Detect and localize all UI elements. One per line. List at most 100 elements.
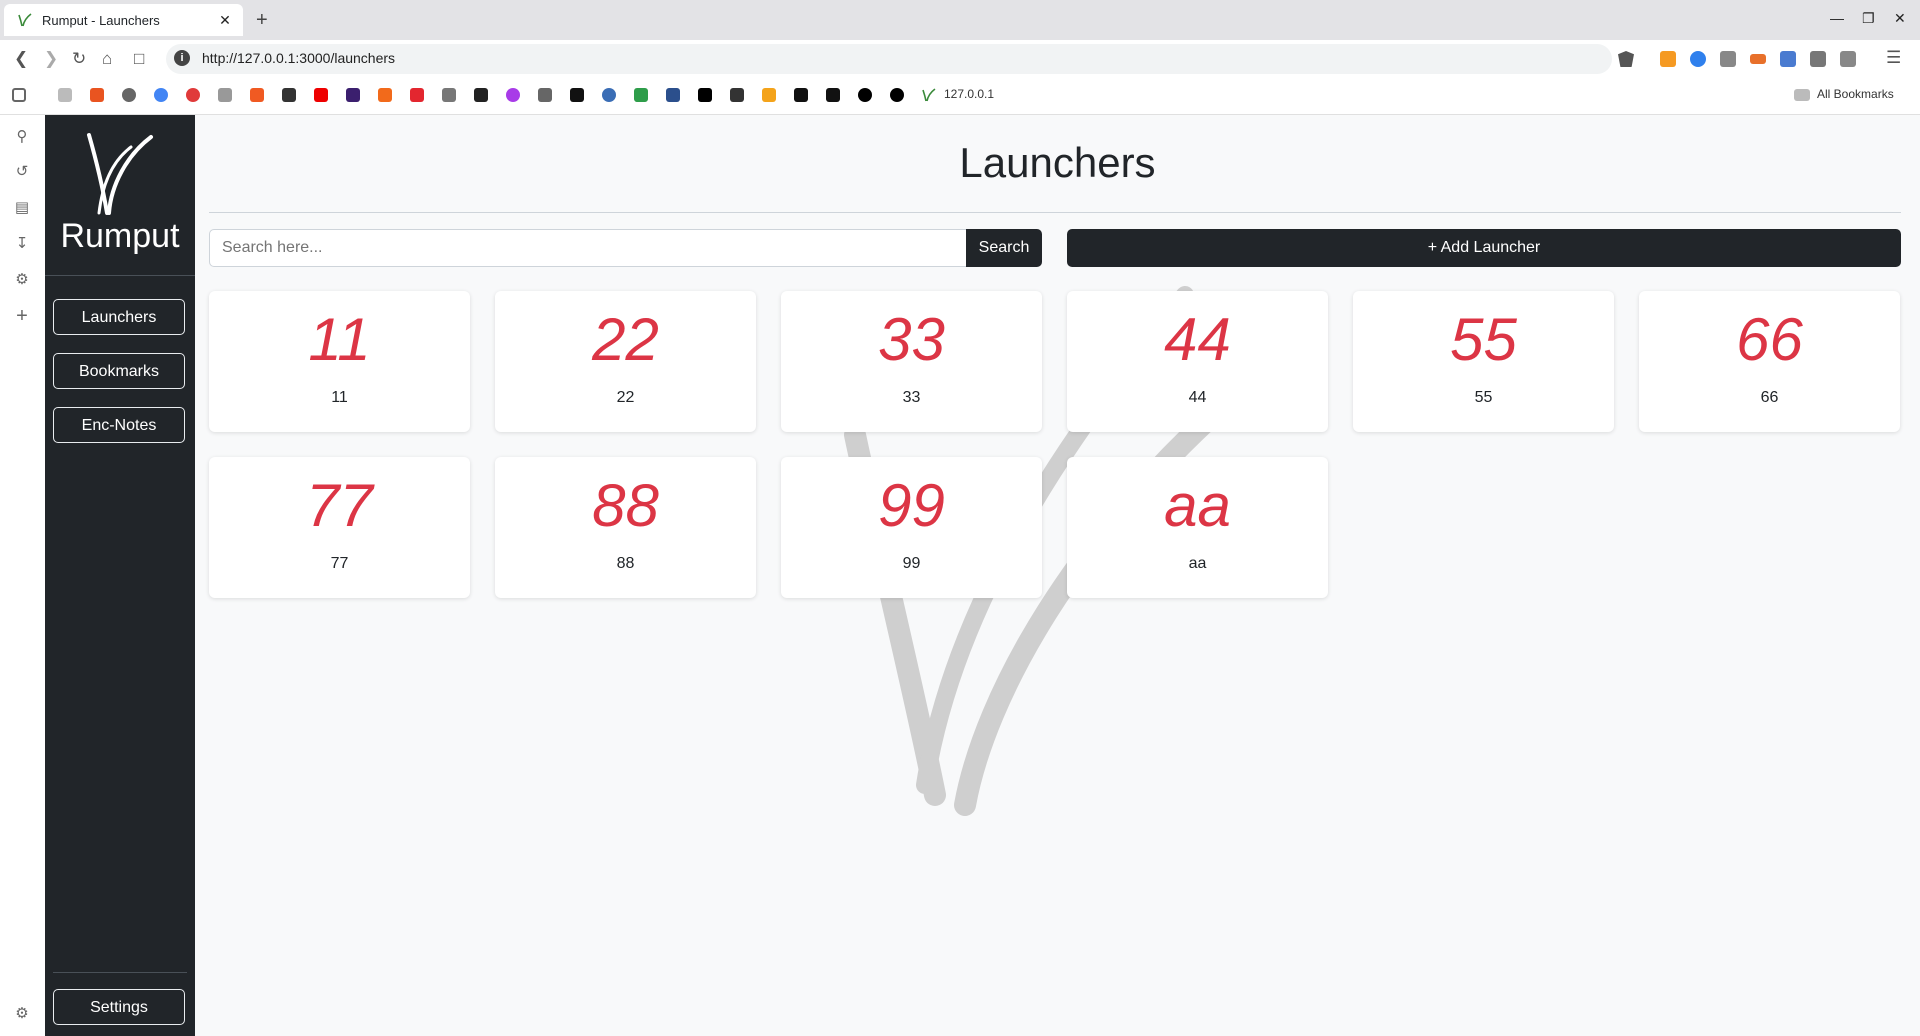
back-icon[interactable]: ❮: [14, 49, 28, 69]
home-icon[interactable]: ⌂: [102, 49, 112, 69]
bookmark-icon[interactable]: [122, 88, 136, 102]
bookmark-icon[interactable]: [794, 88, 808, 102]
minimize-icon[interactable]: —: [1830, 10, 1844, 26]
extensions-icon[interactable]: [1810, 51, 1826, 67]
launcher-name: 77: [330, 555, 349, 572]
launcher-name: 22: [616, 389, 635, 406]
launcher-name: 44: [1188, 389, 1207, 406]
launcher-card[interactable]: 66 66: [1639, 291, 1900, 432]
launcher-icon-text: 22: [592, 306, 659, 373]
bookmark-icon[interactable]: [602, 88, 616, 102]
bookmark-icon[interactable]: [762, 88, 776, 102]
search-input[interactable]: [209, 229, 967, 267]
bookmark-page-icon[interactable]: □: [134, 49, 144, 69]
bookmark-icon[interactable]: [634, 88, 648, 102]
tab-close-icon[interactable]: ✕: [215, 12, 235, 29]
settings-gear-icon[interactable]: ⚙: [13, 271, 31, 289]
bookmark-icon[interactable]: [858, 88, 872, 102]
add-panel-icon[interactable]: +: [13, 306, 31, 326]
bookmark-icon[interactable]: [730, 88, 744, 102]
key-icon[interactable]: ⚲: [13, 128, 31, 146]
translate-icon[interactable]: [1780, 51, 1796, 67]
download-icon[interactable]: ↧: [13, 235, 31, 253]
app-sidebar: Rumput Launchers Bookmarks Enc-Notes Set…: [45, 115, 195, 1036]
launcher-name: 33: [902, 389, 921, 406]
sidebar-divider: [53, 972, 187, 973]
apps-grid-icon[interactable]: [12, 88, 26, 102]
brave-shield-icon[interactable]: [1618, 51, 1634, 67]
launcher-icon-text: 77: [306, 472, 373, 539]
menu-icon[interactable]: ☰: [1886, 48, 1901, 68]
bookmark-icon[interactable]: [250, 88, 264, 102]
window-close-icon[interactable]: ✕: [1894, 10, 1906, 27]
nav-bookmarks-button[interactable]: Bookmarks: [53, 353, 185, 389]
restore-icon[interactable]: ❐: [1862, 10, 1875, 27]
launcher-name: 88: [616, 555, 635, 572]
bookmark-icon[interactable]: [282, 88, 296, 102]
launcher-icon-text: 44: [1164, 306, 1231, 373]
title-divider: [209, 212, 1901, 213]
bookmark-icon[interactable]: [506, 88, 520, 102]
bookmark-icon[interactable]: [474, 88, 488, 102]
camera-icon[interactable]: [1720, 51, 1736, 67]
all-bookmarks-label[interactable]: All Bookmarks: [1817, 87, 1894, 101]
x-icon[interactable]: [698, 88, 712, 102]
bookmark-icon[interactable]: [442, 88, 456, 102]
bookmark-icon[interactable]: [666, 88, 680, 102]
bookmark-icon[interactable]: [410, 88, 424, 102]
browser-tab[interactable]: Rumput - Launchers ✕: [4, 4, 243, 36]
bookmark-icon[interactable]: [346, 88, 360, 102]
bookmark-icon[interactable]: [58, 88, 72, 102]
launcher-icon-text: 11: [308, 306, 371, 373]
search-button[interactable]: Search: [966, 229, 1042, 267]
history-icon[interactable]: ↺: [13, 163, 31, 181]
folder-icon[interactable]: [1794, 89, 1810, 101]
launcher-card[interactable]: 44 44: [1067, 291, 1328, 432]
address-bar[interactable]: i http://127.0.0.1:3000/launchers: [166, 44, 1612, 74]
launcher-card[interactable]: 11 11: [209, 291, 470, 432]
google-icon[interactable]: [154, 88, 168, 102]
add-launcher-button[interactable]: + Add Launcher: [1067, 229, 1901, 267]
launcher-card[interactable]: 55 55: [1353, 291, 1614, 432]
reading-list-icon[interactable]: ▤: [13, 199, 31, 217]
bookmark-icon[interactable]: [218, 88, 232, 102]
launcher-card[interactable]: 22 22: [495, 291, 756, 432]
bookmark-icon[interactable]: [570, 88, 584, 102]
sidebar-toggle-icon[interactable]: [1840, 51, 1856, 67]
rss-icon[interactable]: [1660, 51, 1676, 67]
youtube-icon[interactable]: [314, 88, 328, 102]
launcher-card[interactable]: 99 99: [781, 457, 1042, 598]
nav-launchers-button[interactable]: Launchers: [53, 299, 185, 335]
nav-enc-notes-button[interactable]: Enc-Notes: [53, 407, 185, 443]
bookmark-icon[interactable]: [890, 88, 904, 102]
launcher-card[interactable]: aa aa: [1067, 457, 1328, 598]
brand[interactable]: Rumput: [45, 115, 195, 276]
settings-button[interactable]: Settings: [53, 989, 185, 1025]
launcher-name: aa: [1188, 555, 1207, 572]
launcher-card[interactable]: 33 33: [781, 291, 1042, 432]
bookmark-icon[interactable]: [378, 88, 392, 102]
bookmark-label[interactable]: 127.0.0.1: [944, 87, 994, 101]
extension-badge-icon[interactable]: [1750, 54, 1766, 64]
page-title: Launchers: [959, 139, 1156, 186]
url-text[interactable]: http://127.0.0.1:3000/launchers: [202, 50, 395, 66]
new-tab-button[interactable]: +: [256, 8, 268, 32]
forward-icon[interactable]: ❯: [44, 49, 58, 69]
reload-icon[interactable]: ↻: [72, 49, 86, 69]
rumput-favicon-icon[interactable]: [922, 88, 936, 102]
bookmark-icon[interactable]: [186, 88, 200, 102]
launcher-card[interactable]: 88 88: [495, 457, 756, 598]
launcher-card[interactable]: 77 77: [209, 457, 470, 598]
site-info-icon[interactable]: i: [174, 50, 190, 66]
bookmark-icon[interactable]: [538, 88, 552, 102]
launcher-name: 55: [1474, 389, 1493, 406]
launcher-icon-text: aa: [1164, 472, 1231, 539]
rumput-favicon-icon: [18, 13, 32, 27]
panel-settings-icon[interactable]: ⚙: [13, 1005, 31, 1023]
bookmark-icon[interactable]: [826, 88, 840, 102]
brand-name: Rumput: [60, 217, 180, 255]
tab-title: Rumput - Launchers: [42, 12, 160, 28]
bookmark-icon[interactable]: [90, 88, 104, 102]
rumput-logo-icon: [87, 133, 153, 215]
bitcoin-extension-icon[interactable]: [1690, 51, 1706, 67]
